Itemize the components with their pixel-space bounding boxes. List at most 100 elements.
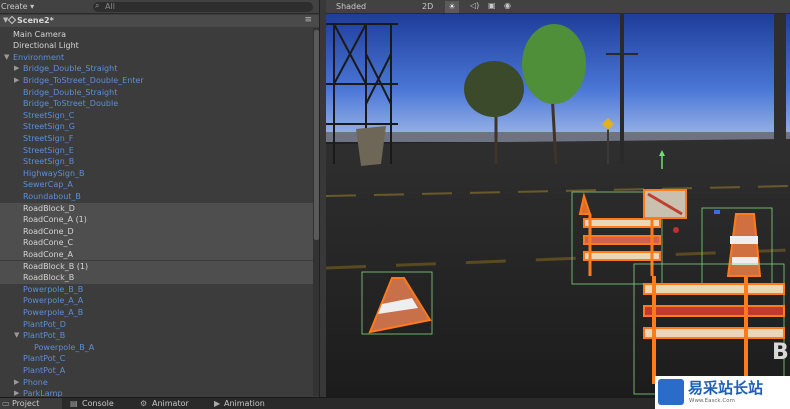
unity-editor: Create ▾ ⌕ All ▼ Scene2* ≡ Main Camera Di… <box>0 0 790 409</box>
scene-view[interactable]: Shaded 2D ☀ ◁) ▣ ◉ B <box>326 0 790 397</box>
hierarchy-item[interactable]: Main Camera <box>0 29 313 41</box>
hierarchy-item[interactable]: RoadBlock_B (1) <box>0 260 313 273</box>
hierarchy-item-label: StreetSign_G <box>23 122 75 132</box>
hierarchy-item-label: Powerpole_A_B <box>23 307 84 317</box>
hierarchy-item[interactable]: SewerCap_A <box>0 179 313 191</box>
hierarchy-item[interactable]: PlantPot_C <box>0 353 313 365</box>
hierarchy-item[interactable]: StreetSign_C <box>0 110 313 122</box>
scrollbar-thumb[interactable] <box>314 30 319 240</box>
hierarchy-item-label: RoadBlock_D <box>23 203 75 213</box>
hierarchy-toolbar: Create ▾ ⌕ All <box>0 0 319 14</box>
hierarchy-item[interactable]: ▶ Bridge_Double_Straight <box>0 63 313 75</box>
hierarchy-panel: Create ▾ ⌕ All ▼ Scene2* ≡ Main Camera Di… <box>0 0 320 397</box>
hierarchy-item[interactable]: Powerpole_A_B <box>0 307 313 319</box>
gizmo-handle[interactable] <box>673 227 679 233</box>
hierarchy-item[interactable]: Powerpole_B_B <box>0 284 313 296</box>
sun-icon[interactable]: ☀ <box>445 1 459 13</box>
hierarchy-item-label: PlantPot_D <box>23 319 66 329</box>
expand-arrow-icon[interactable]: ▼ <box>4 52 9 64</box>
hierarchy-item[interactable]: StreetSign_F <box>0 133 313 145</box>
hierarchy-item-label: StreetSign_E <box>23 145 74 155</box>
hierarchy-item[interactable]: ▼ Environment <box>0 52 313 64</box>
tab-console[interactable]: ▤ Console <box>70 398 132 409</box>
scene-sign-letter: B <box>772 340 789 365</box>
hierarchy-item-label: RoadCone_D <box>23 226 74 236</box>
scene-viewport[interactable]: B <box>326 14 790 397</box>
hierarchy-item[interactable]: Bridge_Double_Straight <box>0 87 313 99</box>
hierarchy-scrollbar[interactable] <box>313 28 319 396</box>
watermark-url: Www.Easck.Com <box>689 398 735 404</box>
toggle-2d-button[interactable]: 2D <box>422 2 433 11</box>
create-dropdown[interactable]: Create ▾ <box>1 2 34 11</box>
hierarchy-item-label: Phone <box>23 377 48 387</box>
unity-scene-icon <box>7 15 17 25</box>
hierarchy-item[interactable]: StreetSign_G <box>0 121 313 133</box>
hierarchy-item[interactable]: PlantPot_D <box>0 319 313 331</box>
collapse-arrow-icon[interactable]: ▶ <box>14 75 19 87</box>
hierarchy-item-label: Bridge_ToStreet_Double <box>23 99 119 109</box>
hierarchy-item[interactable]: Powerpole_A_A <box>0 295 313 307</box>
expand-arrow-icon[interactable]: ▼ <box>14 330 19 342</box>
hierarchy-item[interactable]: Directional Light <box>0 40 313 52</box>
hierarchy-item[interactable]: RoadCone_A (1) <box>0 214 313 226</box>
tab-label: Animation <box>224 399 265 408</box>
hierarchy-item[interactable]: PlantPot_A <box>0 365 313 377</box>
tab-label: Project <box>12 399 40 408</box>
search-input[interactable]: ⌕ All <box>93 1 313 12</box>
search-icon: ⌕ <box>95 1 100 10</box>
animation-icon: ▶ <box>214 399 221 408</box>
scene-header[interactable]: ▼ Scene2* ≡ <box>0 15 319 27</box>
hierarchy-item-label: ParkLamp <box>23 389 63 397</box>
hierarchy-item-label: RoadCone_C <box>23 238 74 248</box>
hierarchy-item[interactable]: RoadBlock_D <box>0 202 313 215</box>
hierarchy-item[interactable]: Powerpole_B_A <box>0 342 313 354</box>
watermark-title: 易采站长站 <box>688 379 764 397</box>
hierarchy-item[interactable]: ▶ Bridge_ToStreet_Double_Enter <box>0 75 313 87</box>
hierarchy-item-label: Powerpole_B_B <box>23 284 84 294</box>
folder-icon: ▭ <box>2 399 10 408</box>
hierarchy-item-label: StreetSign_F <box>23 133 74 143</box>
hierarchy-item[interactable]: Roundabout_B <box>0 191 313 203</box>
hierarchy-item[interactable]: RoadCone_A <box>0 248 313 261</box>
hierarchy-item[interactable]: StreetSign_B <box>0 156 313 168</box>
roadblock-sign[interactable] <box>643 189 687 219</box>
hierarchy-item[interactable]: ▼ PlantPot_B <box>0 330 313 342</box>
hierarchy-item-label: Roundabout_B <box>23 191 81 201</box>
menu-icon[interactable]: ≡ <box>304 15 312 25</box>
image-icon[interactable]: ▣ <box>488 1 496 10</box>
hierarchy-item-label: PlantPot_C <box>23 354 66 364</box>
hierarchy-item[interactable]: RoadCone_C <box>0 237 313 249</box>
hierarchy-item[interactable]: ▶ ParkLamp <box>0 388 313 397</box>
tab-animator[interactable]: ⚙ Animator <box>140 398 206 409</box>
hierarchy-item[interactable]: Bridge_ToStreet_Double <box>0 98 313 110</box>
hierarchy-item-label: RoadCone_A (1) <box>23 215 87 225</box>
collapse-arrow-icon[interactable]: ▶ <box>14 377 19 389</box>
hierarchy-item-label: SewerCap_A <box>23 180 73 190</box>
scene-name: Scene2* <box>17 16 54 25</box>
power-pole <box>774 14 786 164</box>
speaker-icon[interactable]: ◁) <box>470 1 479 10</box>
collapse-arrow-icon[interactable]: ▶ <box>14 388 19 397</box>
hierarchy-item[interactable]: HighwaySign_B <box>0 168 313 180</box>
console-icon: ▤ <box>70 399 78 408</box>
hierarchy-item-label: StreetSign_B <box>23 157 75 167</box>
hierarchy-item[interactable]: RoadCone_D <box>0 225 313 238</box>
bridge-pillar <box>356 126 386 166</box>
draw-mode-dropdown[interactable]: Shaded <box>336 2 366 11</box>
tab-project[interactable]: ▭ Project <box>0 398 62 409</box>
watermark: 易采站长站 Www.Easck.Com <box>655 376 790 409</box>
animator-icon: ⚙ <box>140 399 148 408</box>
hierarchy-item[interactable]: StreetSign_E <box>0 145 313 157</box>
scene-toolbar: Shaded 2D ☀ ◁) ▣ ◉ <box>326 0 790 14</box>
hierarchy-item-label: StreetSign_C <box>23 110 75 120</box>
tab-animation[interactable]: ▶ Animation <box>212 398 282 409</box>
gizmo-handle[interactable] <box>714 210 720 214</box>
hierarchy-item[interactable]: RoadBlock_B <box>0 272 313 284</box>
road <box>326 139 790 397</box>
hierarchy-item[interactable]: ▶ Phone <box>0 377 313 389</box>
hierarchy-item-label: HighwaySign_B <box>23 168 85 178</box>
camera-icon[interactable]: ◉ <box>504 1 511 10</box>
collapse-arrow-icon[interactable]: ▶ <box>14 63 19 75</box>
hierarchy-item-label: RoadCone_A <box>23 249 74 259</box>
hierarchy-item-label: Environment <box>13 52 65 62</box>
